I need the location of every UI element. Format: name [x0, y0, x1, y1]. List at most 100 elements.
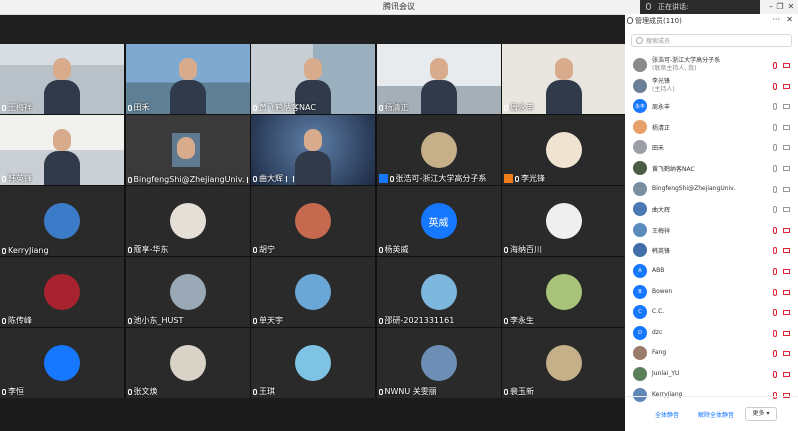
member-name-block: 王梅祥 — [652, 226, 670, 235]
camera-icon[interactable] — [783, 372, 790, 377]
microphone-icon[interactable] — [773, 144, 777, 152]
microphone-icon[interactable] — [773, 288, 777, 296]
person-icon — [627, 17, 633, 24]
member-row[interactable]: 黄飞鹤纳客NAC — [625, 159, 798, 179]
microphone-icon — [127, 176, 132, 183]
member-avatar: C — [633, 305, 647, 320]
member-row[interactable]: 永丰 周永丰 — [625, 97, 798, 117]
camera-icon[interactable] — [783, 227, 790, 233]
participant-tile[interactable]: BingfengShi@ZhejiangUniv. — [125, 115, 250, 185]
member-row[interactable]: 韩英锋 — [625, 241, 798, 261]
camera-icon[interactable] — [783, 289, 790, 295]
participant-avatar — [420, 345, 457, 381]
participant-tile[interactable]: 王琪 — [251, 328, 375, 398]
camera-icon[interactable] — [783, 186, 790, 192]
camera-icon[interactable] — [783, 104, 790, 110]
member-row[interactable]: 王梅祥 — [625, 221, 798, 241]
participant-name: NWNU 关雯丽 — [384, 387, 437, 396]
member-row[interactable]: BingfengShi@ZhejiangUniv. — [625, 180, 798, 200]
member-name-block: 周永丰 — [652, 102, 670, 111]
member-row[interactable]: Junlai_YU — [625, 365, 798, 385]
participant-tile[interactable]: 蔻享-华东 — [125, 186, 250, 256]
participant-tile[interactable]: 张浩可-浙江大学高分子系 — [376, 115, 501, 185]
member-avatar — [633, 119, 647, 134]
participant-tile[interactable]: 海纳百川 — [502, 186, 626, 256]
microphone-icon — [2, 317, 6, 324]
microphone-icon[interactable] — [773, 350, 777, 358]
member-name: 王梅祥 — [652, 227, 671, 235]
participant-tile[interactable]: 杨清正 — [376, 44, 501, 114]
member-row[interactable]: 田禾 — [625, 138, 798, 158]
microphone-icon[interactable] — [773, 226, 777, 234]
microphone-icon[interactable] — [773, 247, 777, 255]
participant-tile[interactable]: 单天宇 — [251, 257, 375, 327]
participant-tile[interactable]: 曲大辉 — [251, 115, 375, 185]
participant-label: 池小东_HUST — [127, 315, 183, 326]
member-row[interactable]: 杨清正 — [625, 118, 798, 138]
panel-close-button[interactable]: ✕ — [786, 15, 793, 24]
participant-tile[interactable]: 王梅祥 — [0, 44, 124, 114]
microphone-icon[interactable] — [773, 329, 777, 337]
camera-icon[interactable] — [783, 63, 790, 68]
member-row[interactable]: Ddzc — [625, 324, 798, 344]
microphone-icon[interactable] — [773, 206, 777, 214]
participant-avatar — [44, 345, 80, 381]
camera-icon[interactable] — [783, 269, 790, 274]
participant-tile[interactable]: 田禾 — [125, 44, 250, 114]
microphone-icon[interactable] — [773, 268, 777, 275]
microphone-icon — [127, 104, 132, 111]
mute-all-button[interactable]: 全体静音 — [655, 410, 679, 419]
member-row[interactable]: C C.C. — [625, 303, 798, 323]
camera-icon[interactable] — [783, 310, 790, 316]
participant-tile[interactable]: 黄飞鹤纳客NAC — [251, 44, 375, 114]
microphone-icon[interactable] — [773, 62, 777, 69]
participant-tile[interactable]: 池小东_HUST — [125, 257, 250, 327]
member-search-input[interactable]: 搜索成员 — [631, 34, 792, 47]
participant-name: 韩英锋 — [8, 174, 32, 183]
participant-tile[interactable]: 裴玉新 — [502, 328, 626, 398]
participant-tile[interactable]: 张文焕 — [125, 328, 250, 398]
participant-tile[interactable]: 韩英锋 — [0, 115, 124, 185]
participant-tile[interactable]: 邵研-2021331161 — [376, 257, 501, 327]
participant-name: 李永生 — [510, 316, 534, 325]
microphone-icon — [378, 388, 383, 395]
member-row[interactable]: 张浩可-浙江大学高分子系 (联席主持人, 我) — [625, 56, 798, 76]
microphone-icon[interactable] — [773, 123, 777, 131]
camera-icon[interactable] — [783, 330, 790, 336]
more-button[interactable]: 更多 ▾ — [745, 407, 777, 421]
microphone-icon[interactable] — [773, 309, 777, 317]
unmute-all-button[interactable]: 解除全体静音 — [698, 410, 734, 419]
member-role: (主持人) — [652, 85, 675, 93]
microphone-icon[interactable] — [773, 103, 777, 111]
participant-tile[interactable]: 李恒 — [0, 328, 124, 398]
camera-icon[interactable] — [783, 351, 790, 357]
member-row[interactable]: 曲大辉 — [625, 200, 798, 220]
close-button[interactable]: ✕ — [784, 0, 798, 14]
microphone-icon[interactable] — [773, 165, 777, 172]
member-row[interactable]: Fang — [625, 344, 798, 364]
microphone-icon[interactable] — [773, 371, 777, 378]
participant-tile[interactable]: 胡宁 — [251, 186, 375, 256]
participant-tile[interactable]: 英威 杨英威 — [376, 186, 501, 256]
participant-tile[interactable]: KerryJiang — [0, 186, 124, 256]
microphone-icon[interactable] — [773, 82, 777, 90]
camera-icon[interactable] — [783, 248, 790, 254]
participant-name: 单天宇 — [259, 316, 283, 325]
participant-name: KerryJiang — [8, 246, 49, 255]
member-row[interactable]: A ABB — [625, 262, 798, 282]
participant-label: 李光锋 — [504, 173, 545, 184]
member-row[interactable]: B Bowen — [625, 283, 798, 303]
camera-icon[interactable] — [783, 207, 790, 213]
participant-tile[interactable]: 李光锋 — [502, 115, 626, 185]
member-row[interactable]: 李光锋 (主持人) — [625, 77, 798, 97]
more-options-button[interactable]: ··· — [772, 15, 780, 24]
participant-tile[interactable]: 陈传峰 — [0, 257, 124, 327]
camera-icon[interactable] — [783, 145, 790, 151]
camera-icon[interactable] — [783, 83, 790, 89]
microphone-icon[interactable] — [773, 185, 777, 193]
participant-tile[interactable]: 周永丰 — [502, 44, 626, 114]
camera-icon[interactable] — [783, 166, 790, 171]
participant-tile[interactable]: NWNU 关雯丽 — [376, 328, 501, 398]
camera-icon[interactable] — [783, 124, 790, 130]
participant-tile[interactable]: 李永生 — [502, 257, 626, 327]
